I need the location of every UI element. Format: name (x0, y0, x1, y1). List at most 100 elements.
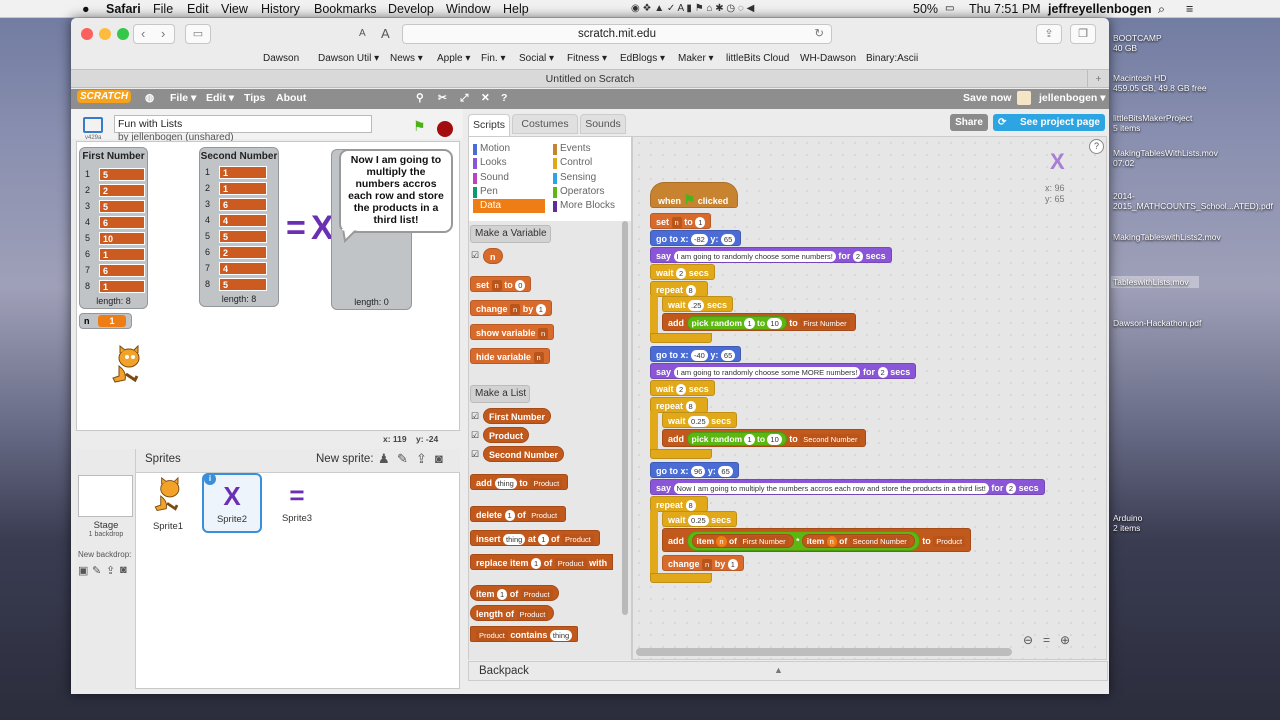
fav-link[interactable]: Social ▾ (519, 53, 554, 64)
checkbox-second-number[interactable]: ☑ (471, 449, 479, 460)
list-monitor-second-number[interactable]: Second Number 11 21 36 44 55 62 74 85 le… (199, 147, 279, 307)
reporter-list-first-number[interactable]: First Number (483, 408, 552, 424)
block-say-for-secs[interactable]: say Now I am going to multiply the numbe… (650, 479, 1045, 495)
spotlight-icon[interactable]: ⌕ (1158, 0, 1165, 18)
block-insert-at-list[interactable]: insert thing at 1 of Product (470, 530, 600, 546)
menu-help[interactable]: Help (503, 0, 529, 18)
palette-scrollbar[interactable] (622, 221, 628, 615)
block-add-pick-random[interactable]: add pick random 1 to 10 to Second Number (662, 429, 867, 447)
block-add-to-list[interactable]: add thing to Product (470, 474, 569, 490)
sprite3-equals-on-stage[interactable]: = (286, 211, 306, 245)
list-cell[interactable]: 5 (99, 168, 145, 181)
avatar[interactable] (1017, 91, 1031, 105)
menu-window[interactable]: Window (446, 0, 490, 18)
backpack-bar[interactable]: Backpack ▲ (468, 661, 1108, 681)
category-more-blocks[interactable]: More Blocks (553, 199, 615, 213)
tab-scripts[interactable]: Scripts (468, 114, 510, 136)
reload-icon[interactable]: ↻ (814, 25, 824, 43)
block-change-variable[interactable]: change n by 1 (470, 300, 552, 316)
predicate-list-contains[interactable]: Product contains thing (470, 626, 579, 642)
block-replace-item[interactable]: replace item 1 of Product with (470, 554, 614, 570)
category-operators[interactable]: Operators (553, 185, 604, 199)
list-cell[interactable]: 1 (219, 182, 267, 195)
fav-link[interactable]: Fitness ▾ (567, 53, 607, 64)
new-backdrop-camera-icon[interactable]: ◙ (120, 564, 127, 576)
new-backdrop-library-icon[interactable]: ▣ (78, 564, 88, 577)
fav-link[interactable]: Fin. ▾ (481, 53, 505, 64)
backpack-expand-icon[interactable]: ▲ (774, 665, 783, 675)
tabs-overview-icon[interactable]: ❐ (1070, 24, 1096, 44)
list-cell[interactable]: 4 (219, 262, 267, 275)
desktop-item[interactable]: Macintosh HD 459.05 GB, 49.8 GB free (1113, 73, 1223, 93)
fav-link[interactable]: littleBits Cloud (726, 53, 789, 64)
share-icon[interactable]: ⇪ (1036, 24, 1062, 44)
zoom-in-icon[interactable]: ⊕ (1060, 633, 1070, 647)
menu-edit[interactable]: Edit ▾ (206, 92, 234, 104)
new-tab-icon[interactable]: + (1087, 70, 1109, 88)
sprite-tile-sprite3[interactable]: = Sprite3 (268, 474, 326, 534)
font-larger-button[interactable]: A (381, 26, 390, 41)
menu-view[interactable]: View (221, 0, 248, 18)
list-cell[interactable]: 2 (99, 184, 145, 197)
block-wait[interactable]: wait 2 secs (650, 264, 715, 280)
block-change-n[interactable]: change n by 1 (662, 555, 744, 571)
tab-sounds[interactable]: Sounds (580, 114, 626, 134)
see-project-page-button[interactable]: ⟳ See project page (993, 114, 1105, 131)
help-tool-icon[interactable]: ? (501, 92, 507, 104)
desktop-item[interactable]: MakingTableswithLists2.mov (1113, 232, 1223, 242)
checkbox-product[interactable]: ☑ (471, 430, 479, 441)
desktop-item[interactable]: MakingTablesWithLists.mov 07:02 (1113, 148, 1223, 168)
user-menu[interactable]: jellenbogen ▾ (1039, 92, 1106, 104)
menu-about[interactable]: About (276, 92, 306, 104)
new-sprite-camera-icon[interactable]: ◙ (435, 451, 443, 466)
list-cell[interactable]: 6 (99, 264, 145, 277)
block-hide-variable[interactable]: hide variable n (470, 348, 550, 364)
menu-file[interactable]: File ▾ (170, 92, 196, 104)
status-icons[interactable]: ◉ ❖ ▲ ✓ A ▮ ⚑ ⌂ ✱ ◷ ◌ ◀ (631, 0, 754, 18)
fullscreen-icon[interactable] (83, 117, 103, 133)
reporter-n[interactable]: n (483, 248, 503, 264)
fav-link[interactable]: Dawson Util ▾ (318, 53, 379, 64)
list-cell[interactable]: 4 (219, 214, 267, 227)
list-cell[interactable]: 1 (219, 166, 267, 179)
category-data-selected[interactable]: Data (473, 199, 545, 213)
address-bar[interactable]: scratch.mit.edu ↻ (402, 24, 832, 44)
variable-monitor-n[interactable]: n1 (79, 313, 132, 329)
block-go-to-xy[interactable]: go to x: 96 y: 65 (650, 462, 739, 478)
checkbox-n[interactable]: ☑ (471, 250, 479, 261)
list-cell[interactable]: 6 (219, 198, 267, 211)
fav-link[interactable]: News ▾ (390, 53, 423, 64)
menu-develop[interactable]: Develop (388, 0, 434, 18)
fav-link[interactable]: WH-Dawson (800, 53, 856, 64)
sprite-tile-sprite2-selected[interactable]: X Sprite2 i (202, 473, 262, 533)
block-repeat[interactable]: repeat 8 (650, 397, 708, 413)
battery-percent[interactable]: 50% (913, 0, 938, 18)
desktop-item[interactable]: Arduino 2 items (1113, 513, 1223, 533)
back-arrow-icon[interactable]: ‹ (141, 25, 145, 43)
zoom-reset-icon[interactable]: = (1043, 633, 1050, 647)
desktop-item[interactable]: BOOTCAMP 40 GB (1113, 33, 1223, 53)
reporter-item-of-list[interactable]: item 1 of Product (470, 585, 559, 601)
list-cell[interactable]: 1 (99, 280, 145, 293)
list-cell[interactable]: 5 (219, 278, 267, 291)
category-events[interactable]: Events (553, 142, 591, 156)
block-wait[interactable]: wait 2 secs (650, 380, 715, 396)
forward-arrow-icon[interactable]: › (161, 25, 165, 43)
close-window-button[interactable] (81, 28, 93, 40)
block-set-variable[interactable]: set n to 0 (470, 276, 532, 292)
delete-tool-icon[interactable]: ✂ (438, 92, 447, 104)
block-wait[interactable]: wait 0.25 secs (662, 412, 738, 428)
tab-costumes[interactable]: Costumes (512, 114, 578, 134)
stage-thumbnail[interactable] (78, 475, 133, 517)
minimize-window-button[interactable] (99, 28, 111, 40)
fav-link[interactable]: Binary:Ascii (866, 53, 918, 64)
shrink-tool-icon[interactable]: ✕ (481, 92, 490, 104)
category-looks[interactable]: Looks (473, 156, 507, 170)
block-repeat[interactable]: repeat 8 (650, 281, 708, 297)
list-cell[interactable]: 5 (99, 200, 145, 213)
new-backdrop-upload-icon[interactable]: ⇪ (106, 564, 115, 577)
menu-tips[interactable]: Tips (244, 92, 265, 104)
project-title-input[interactable]: Fun with Lists (114, 115, 372, 133)
menu-history[interactable]: History (261, 0, 300, 18)
desktop-item[interactable]: 2014-2015_MATHCOUNTS_School...ATED).pdf (1113, 191, 1273, 211)
